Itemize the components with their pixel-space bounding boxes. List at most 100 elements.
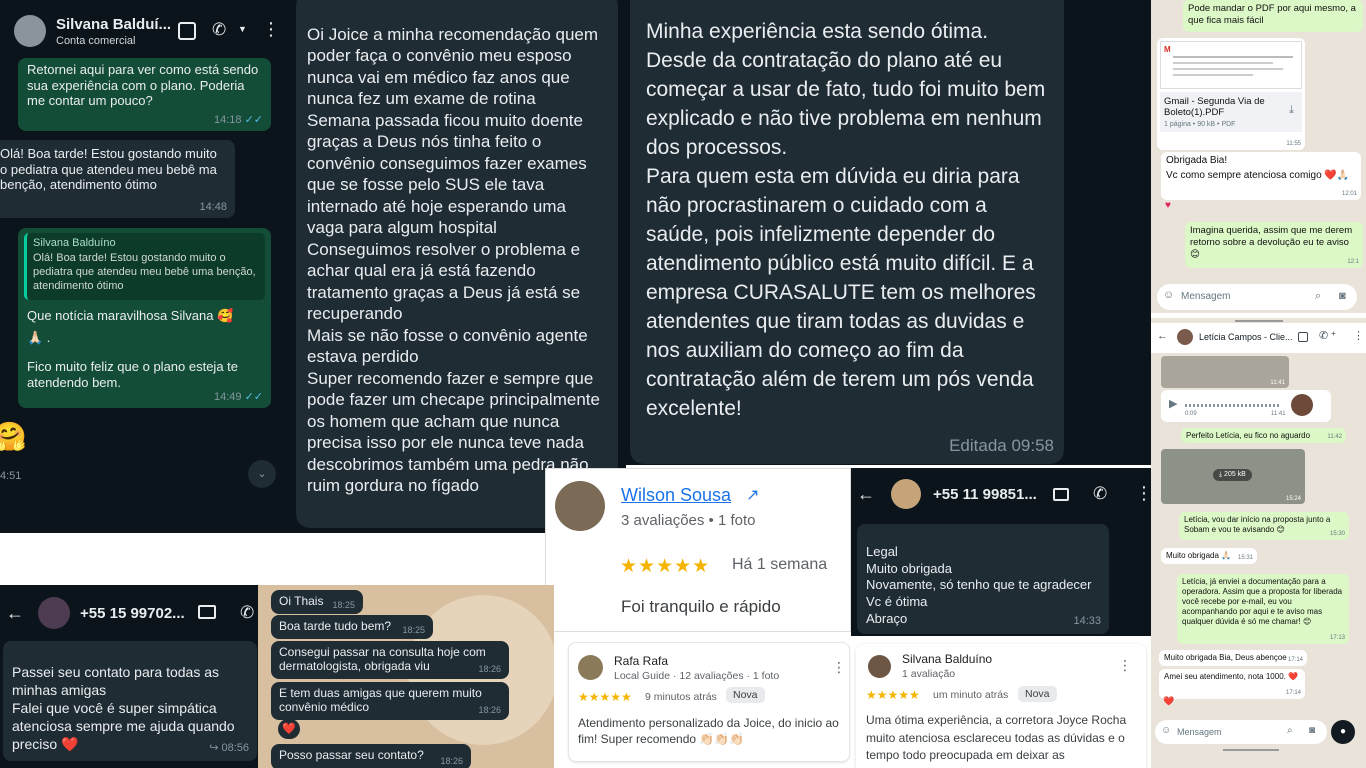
phone-icon[interactable]: ✆ xyxy=(1093,484,1107,504)
catalog-icon[interactable] xyxy=(1298,332,1308,342)
message-bubble-out[interactable]: Imagina querida, assim que me derem reto… xyxy=(1185,222,1363,268)
chat-panel-leticia: ← Letícia Campos - Clie... ✆ + ⋮ 11:41 ▶… xyxy=(1151,318,1366,768)
message-bubble-in[interactable]: Muito obrigada 🙏🏻 15:31 xyxy=(1161,548,1257,564)
message-bubble-out[interactable]: Pode mandar o PDF por aqui mesmo, a que … xyxy=(1183,0,1363,32)
review-text: Uma ótima experiência, a corretora Joyce… xyxy=(866,713,1127,762)
avatar[interactable] xyxy=(1177,329,1193,345)
emoji-icon[interactable]: ☺ xyxy=(1161,725,1171,736)
catalog-icon[interactable] xyxy=(178,22,196,40)
drag-handle[interactable] xyxy=(1235,320,1283,322)
video-message[interactable]: ⤓ 205 kB 15:24 xyxy=(1161,449,1305,504)
video-call-icon[interactable] xyxy=(198,605,216,619)
review-time: um minuto atrás xyxy=(933,689,1009,701)
message-text: Posso passar seu contato? xyxy=(279,748,424,762)
message-bubble-out[interactable]: Letícia, vou dar início na proposta junt… xyxy=(1179,512,1349,540)
back-arrow-icon[interactable]: ← xyxy=(6,603,24,624)
avatar[interactable] xyxy=(38,597,70,629)
reviewer-name[interactable]: Silvana Balduíno xyxy=(902,652,992,666)
more-icon[interactable]: ⋮ xyxy=(832,660,846,674)
message-bubble-in[interactable]: Obrigada Bia! Vc como sempre atenciosa c… xyxy=(1161,152,1361,200)
quoted-text: Olá! Boa tarde! Estou gostando muito o p… xyxy=(33,252,256,292)
message-text: Minha experiência esta sendo ótima. Desd… xyxy=(646,20,1046,420)
play-icon[interactable]: ▶ xyxy=(1169,398,1177,412)
message-bubble-in[interactable]: Oi Joice a minha recomendação quem poder… xyxy=(296,0,618,528)
reviewer-name[interactable]: Rafa Rafa xyxy=(614,654,668,668)
edited-label: Editada 09:58 xyxy=(949,436,1054,455)
quoted-message[interactable]: Silvana Balduíno Olá! Boa tarde! Estou g… xyxy=(24,233,265,300)
message-bubble-in[interactable]: Minha experiência esta sendo ótima. Desd… xyxy=(630,0,1064,464)
message-bubble-in[interactable]: Olá! Boa tarde! Estou gostando muito o p… xyxy=(0,140,235,218)
reviewer-name[interactable]: Wilson Sousa xyxy=(621,485,731,506)
message-bubble-out[interactable]: Perfeito Letícia, eu fico no aguardo 11:… xyxy=(1181,428,1346,443)
message-bubble-in[interactable]: Amei seu atendimento, nota 1000. ❤️ 17:1… xyxy=(1159,669,1305,699)
back-arrow-icon[interactable]: ← xyxy=(1157,330,1168,342)
download-icon[interactable]: ⤓ xyxy=(1289,104,1294,118)
pdf-preview[interactable]: M xyxy=(1160,41,1302,89)
external-link-icon[interactable]: ↗ xyxy=(746,485,759,505)
attach-icon[interactable]: ⌕ xyxy=(1287,725,1293,736)
phone-icon[interactable]: ✆ xyxy=(1319,329,1328,342)
more-icon[interactable]: ⋮ xyxy=(1118,658,1132,672)
contact-name[interactable]: +55 15 99702... xyxy=(80,605,185,622)
more-icon[interactable]: ⋮ xyxy=(262,20,280,38)
message-text: Pode mandar o PDF por aqui mesmo, a que … xyxy=(1188,3,1356,26)
message-input-bar[interactable]: ☺ Mensagem ⌕ ◙ xyxy=(1155,720,1327,744)
phone-icon[interactable]: ✆ xyxy=(240,603,254,623)
contact-name[interactable]: Letícia Campos - Clie... xyxy=(1199,332,1293,342)
audio-waveform[interactable] xyxy=(1185,404,1279,407)
scroll-down-button[interactable]: ⌄ xyxy=(248,460,276,488)
avatar[interactable] xyxy=(14,15,46,47)
review-time: 9 minutos atrás xyxy=(645,691,717,703)
message-bubble-out[interactable]: Retornei aqui para ver como está sendo s… xyxy=(18,58,271,131)
message-bubble-in[interactable]: Legal Muito obrigada Novamente, só tenho… xyxy=(857,524,1109,634)
message-text: Boa tarde tudo bem? xyxy=(279,619,392,633)
attach-icon[interactable]: ⌕ xyxy=(1315,290,1321,303)
pdf-attachment[interactable]: M Gmail - Segunda Via de Boleto(1).PDF 1… xyxy=(1157,38,1305,150)
contact-subtitle: Conta comercial xyxy=(56,34,136,47)
mic-button[interactable]: ● xyxy=(1331,720,1355,744)
image-message[interactable]: 11:41 xyxy=(1161,356,1289,388)
message-bubble-in[interactable]: Posso passar seu contato? 18:26 xyxy=(271,744,471,768)
add-call-icon[interactable]: + xyxy=(1331,329,1336,338)
emoji-icon[interactable]: ☺ xyxy=(1163,289,1174,301)
camera-icon[interactable]: ◙ xyxy=(1339,290,1346,302)
message-input[interactable]: Mensagem xyxy=(1177,727,1222,737)
avatar[interactable] xyxy=(868,655,891,678)
contact-name[interactable]: +55 11 99851... xyxy=(933,486,1037,503)
chat-header: ← Letícia Campos - Clie... ✆ + ⋮ xyxy=(1151,323,1366,353)
message-bubble-out[interactable]: Letícia, já enviei a documentação para a… xyxy=(1177,574,1349,644)
video-size-badge[interactable]: ⤓ 205 kB xyxy=(1213,469,1252,481)
message-text: Legal Muito obrigada Novamente, só tenho… xyxy=(866,543,1092,626)
contact-name[interactable]: Silvana Balduí... xyxy=(56,16,171,33)
message-text: Amei seu atendimento, nota 1000. ❤️ xyxy=(1164,672,1299,681)
phone-icon[interactable]: ✆ xyxy=(212,20,226,40)
camera-icon[interactable]: ◙ xyxy=(1309,725,1315,736)
message-bubble-reply[interactable]: Silvana Balduíno Olá! Boa tarde! Estou g… xyxy=(18,228,271,408)
audio-message[interactable]: ▶ 0:09 11:41 xyxy=(1161,390,1331,422)
message-bubble-in[interactable]: Muito obrigada Bia, Deus abençoe 17:14 xyxy=(1159,650,1307,666)
message-bubble-in[interactable]: Oi Thais 18:25 xyxy=(271,590,363,614)
message-input[interactable]: Mensagem xyxy=(1181,291,1230,302)
avatar[interactable] xyxy=(578,655,603,680)
message-time: 17:14 xyxy=(1285,689,1301,696)
more-icon[interactable]: ⋮ xyxy=(1353,329,1364,342)
sticker-emoji: 🤗 xyxy=(0,421,27,452)
video-call-icon[interactable] xyxy=(1053,488,1069,501)
chevron-down-icon[interactable]: ▼ xyxy=(238,24,247,34)
message-bubble-in[interactable]: Passei seu contato para todas as minhas … xyxy=(3,641,257,761)
avatar[interactable] xyxy=(555,481,605,531)
message-bubble-in[interactable]: E tem duas amigas que querem muito convê… xyxy=(271,682,509,720)
message-input-bar[interactable]: ☺ Mensagem ⌕ ◙ xyxy=(1157,284,1357,310)
back-arrow-icon[interactable]: ← xyxy=(857,484,875,505)
home-indicator xyxy=(1223,749,1279,751)
message-time: 15:24 xyxy=(1285,496,1301,502)
message-time: 14:18 ✓✓ xyxy=(213,113,263,126)
message-text: Retornei aqui para ver como está sendo s… xyxy=(27,62,259,109)
message-bubble-in[interactable]: Boa tarde tudo bem? 18:25 xyxy=(271,615,433,639)
audio-duration: 0:09 xyxy=(1185,411,1197,417)
message-text: Oi Joice a minha recomendação quem poder… xyxy=(307,24,600,496)
quoted-author: Silvana Balduíno xyxy=(33,237,116,249)
message-bubble-in[interactable]: Consegui passar na consulta hoje com der… xyxy=(271,641,509,679)
message-time: 11:55 xyxy=(1286,140,1301,147)
avatar[interactable] xyxy=(891,479,921,509)
